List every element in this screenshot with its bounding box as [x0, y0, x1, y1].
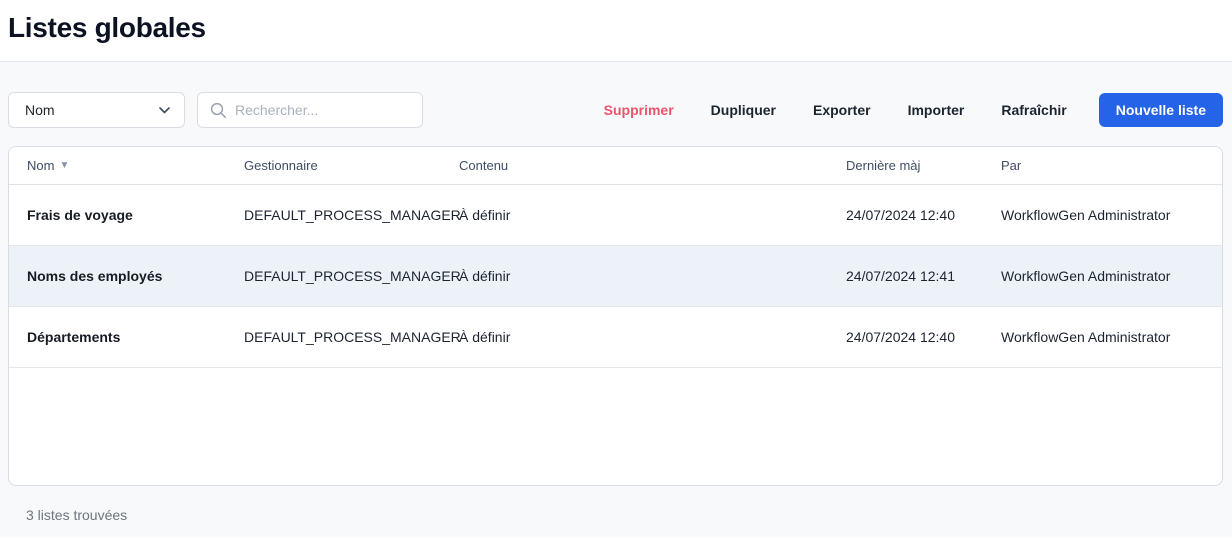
- column-header-derniere-maj[interactable]: Dernière màj: [846, 158, 1001, 173]
- cell-par: WorkflowGen Administrator: [1001, 268, 1222, 284]
- cell-gestionnaire: DEFAULT_PROCESS_MANAGER: [244, 268, 459, 284]
- cell-derniere-maj: 24/07/2024 12:40: [846, 329, 1001, 345]
- search-input[interactable]: [235, 102, 416, 118]
- cell-contenu: À définir: [459, 329, 846, 345]
- cell-derniere-maj: 24/07/2024 12:41: [846, 268, 1001, 284]
- column-header-contenu[interactable]: Contenu: [459, 158, 846, 173]
- results-count: 3 listes trouvées: [26, 507, 1232, 523]
- cell-par: WorkflowGen Administrator: [1001, 329, 1222, 345]
- toolbar-actions: Supprimer Dupliquer Exporter Importer Rafraî…: [604, 102, 1067, 118]
- cell-gestionnaire: DEFAULT_PROCESS_MANAGER: [244, 329, 459, 345]
- column-header-label: Par: [1001, 158, 1021, 173]
- search-icon: [210, 102, 227, 119]
- cell-contenu: À définir: [459, 268, 846, 284]
- table-header-row: Nom ▼ Gestionnaire Contenu Dernière màj Par: [9, 147, 1222, 185]
- action-button-rafraichir[interactable]: Rafraîchir: [1001, 102, 1066, 118]
- toolbar: Nom Supprimer Dupliquer Exporter Importer Ra…: [8, 92, 1223, 128]
- action-button-exporter[interactable]: Exporter: [813, 102, 871, 118]
- page-header: Listes globales: [0, 0, 1232, 62]
- filter-dropdown-value: Nom: [25, 102, 55, 118]
- chevron-down-icon: [159, 107, 170, 114]
- column-header-gestionnaire[interactable]: Gestionnaire: [244, 158, 459, 173]
- action-button-dupliquer[interactable]: Dupliquer: [711, 102, 776, 118]
- cell-nom: Noms des employés: [27, 268, 244, 284]
- table-body: Frais de voyageDEFAULT_PROCESS_MANAGERÀ …: [9, 185, 1222, 368]
- table-row[interactable]: DépartementsDEFAULT_PROCESS_MANAGERÀ déf…: [9, 307, 1222, 368]
- column-header-label: Contenu: [459, 158, 508, 173]
- action-button-importer[interactable]: Importer: [908, 102, 965, 118]
- search-box: [197, 92, 423, 128]
- action-button-supprimer[interactable]: Supprimer: [604, 102, 674, 118]
- sort-desc-icon: ▼: [59, 161, 69, 171]
- new-list-button[interactable]: Nouvelle liste: [1099, 93, 1223, 127]
- column-header-label: Gestionnaire: [244, 158, 318, 173]
- cell-par: WorkflowGen Administrator: [1001, 207, 1222, 223]
- table-row[interactable]: Frais de voyageDEFAULT_PROCESS_MANAGERÀ …: [9, 185, 1222, 246]
- cell-contenu: À définir: [459, 207, 846, 223]
- filter-dropdown[interactable]: Nom: [8, 92, 185, 128]
- column-header-label: Nom: [27, 158, 54, 173]
- cell-nom: Départements: [27, 329, 244, 345]
- column-header-par[interactable]: Par: [1001, 158, 1222, 173]
- page-title: Listes globales: [8, 12, 1232, 44]
- cell-derniere-maj: 24/07/2024 12:40: [846, 207, 1001, 223]
- cell-gestionnaire: DEFAULT_PROCESS_MANAGER: [244, 207, 459, 223]
- lists-table: Nom ▼ Gestionnaire Contenu Dernière màj Par F…: [8, 146, 1223, 486]
- cell-nom: Frais de voyage: [27, 207, 244, 223]
- table-row[interactable]: Noms des employésDEFAULT_PROCESS_MANAGER…: [9, 246, 1222, 307]
- column-header-nom[interactable]: Nom ▼: [27, 158, 244, 173]
- content-area: Nom Supprimer Dupliquer Exporter Importer Ra…: [0, 62, 1232, 537]
- column-header-label: Dernière màj: [846, 158, 920, 173]
